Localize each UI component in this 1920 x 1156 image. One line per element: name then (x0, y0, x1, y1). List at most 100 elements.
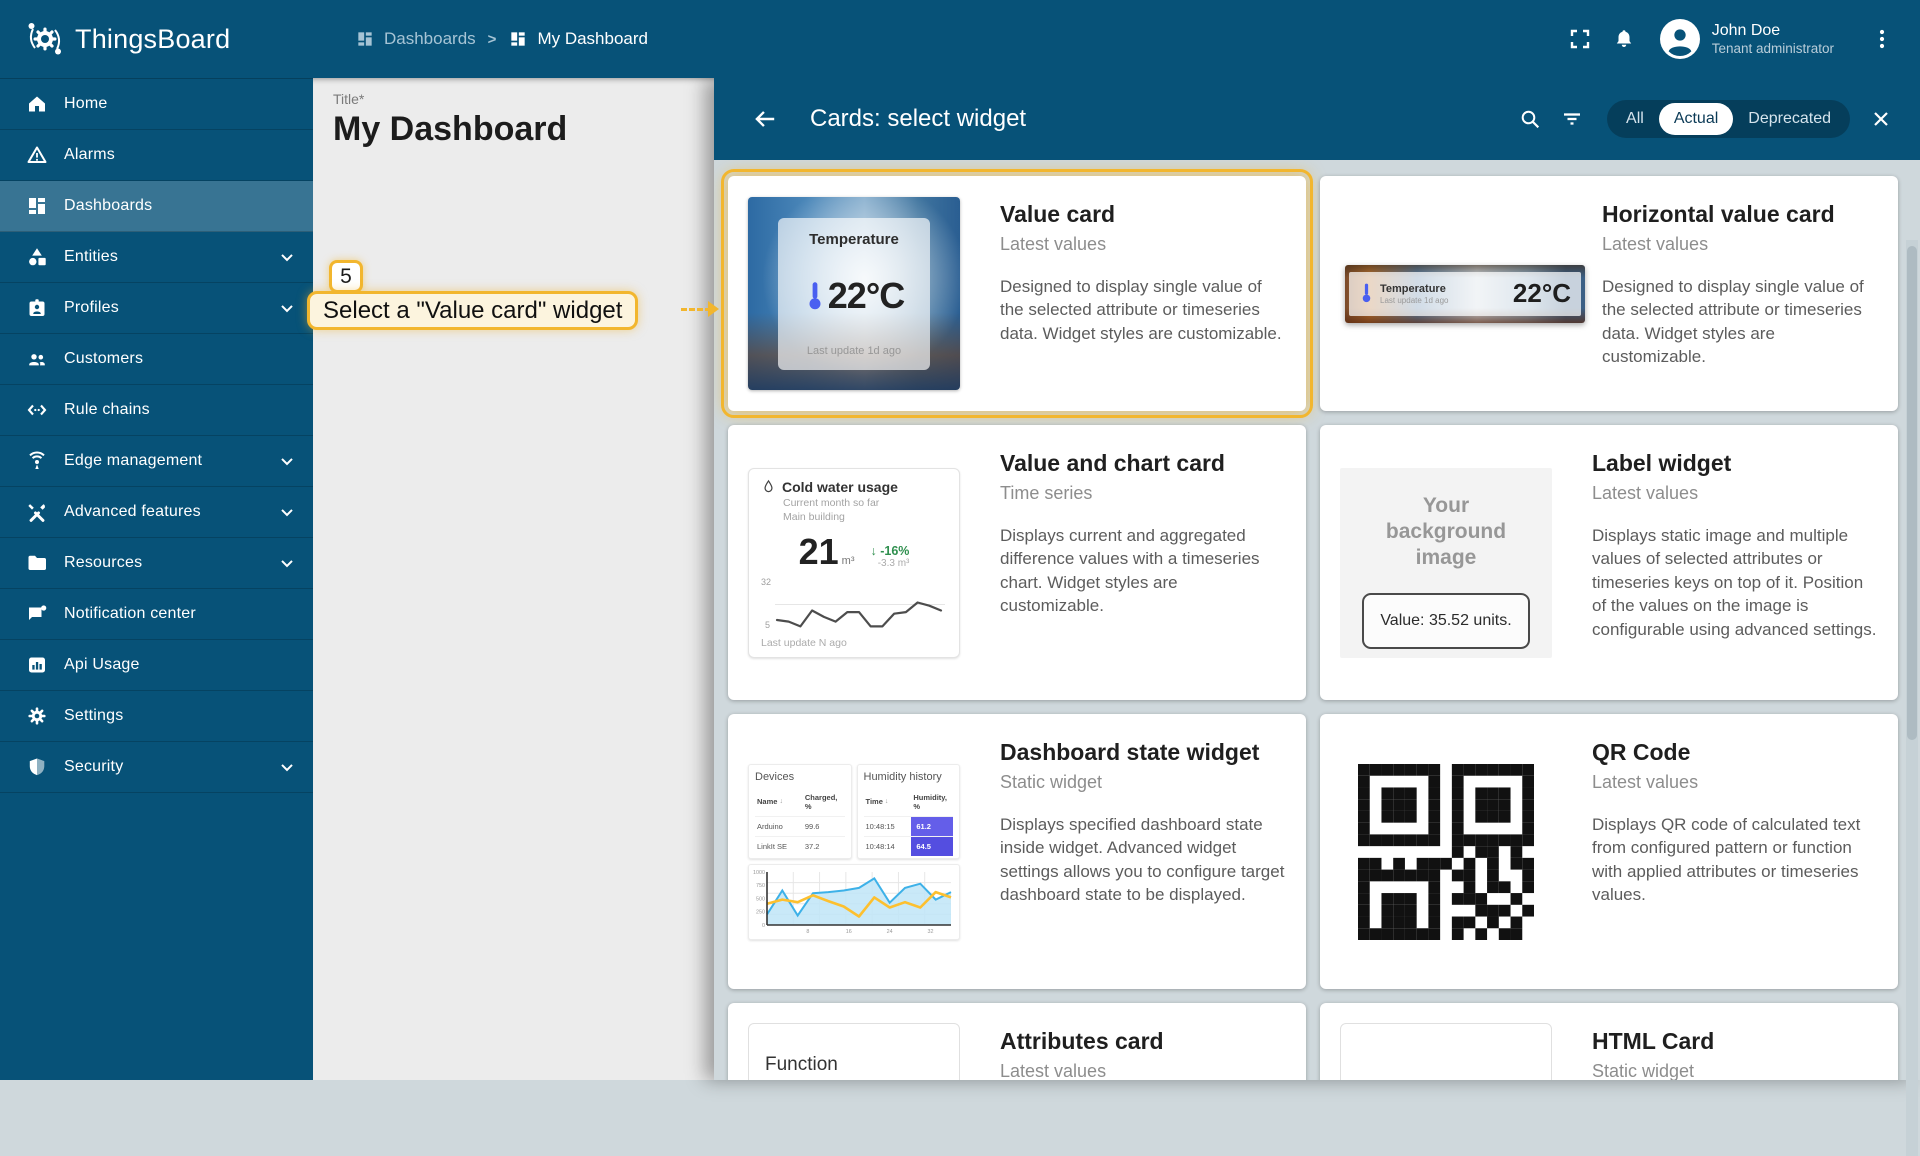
dashboard-title-input[interactable]: My Dashboard (333, 110, 714, 149)
topbar-actions: John Doe Tenant administrator (1558, 17, 1920, 61)
chevron-down-icon (277, 502, 297, 522)
chevron-down-icon (277, 247, 297, 267)
sidebar-item-alarms[interactable]: Alarms (0, 130, 313, 181)
chevron-down-icon (277, 757, 297, 777)
label-widget-preview-image: Your background image Value: 35.52 units… (1340, 468, 1552, 658)
qr-code-preview-image (1358, 764, 1534, 940)
widget-title: Value and chart card (1000, 450, 1286, 477)
filter-chip-deprecated[interactable]: Deprecated (1733, 103, 1846, 135)
fullscreen-button[interactable] (1558, 17, 1602, 61)
water-drop-icon (761, 479, 776, 496)
more-menu-button[interactable] (1860, 17, 1904, 61)
widget-description: Displays current and aggregated differen… (1000, 524, 1286, 618)
widget-title: Value card (1000, 201, 1286, 228)
widget-type: Latest values (1000, 1061, 1286, 1080)
filter-button[interactable] (1551, 98, 1593, 140)
filter-icon (1560, 107, 1584, 131)
widget-type: Latest values (1592, 772, 1878, 793)
breadcrumb-parent-label: Dashboards (384, 29, 476, 49)
widget-card-value-and-chart-card[interactable]: Cold water usage Current month so far Ma… (728, 425, 1306, 700)
notifications-button[interactable] (1602, 17, 1646, 61)
tools-icon (25, 500, 49, 524)
widget-type: Latest values (1592, 483, 1878, 504)
widget-title: Dashboard state widget (1000, 739, 1286, 766)
widget-card-qr-code[interactable]: QR Code Latest values Displays QR code o… (1320, 714, 1898, 989)
rule-chains-icon (25, 398, 49, 422)
widget-filter-toggle: All Actual Deprecated (1607, 100, 1850, 138)
attributes-card-preview-image: Function (748, 1023, 960, 1080)
sidebar-item-resources[interactable]: Resources (0, 538, 313, 589)
widget-card-horizontal-value-card[interactable]: Temperature Last update 1d ago 22°C Hori… (1320, 176, 1898, 411)
folder-icon (25, 551, 49, 575)
avatar[interactable] (1660, 19, 1700, 59)
widget-card-html-card[interactable]: HTML Card Static widget (1320, 1003, 1898, 1080)
widget-type: Time series (1000, 483, 1286, 504)
bell-icon (1612, 27, 1636, 51)
horizontal-value-card-preview-image: Temperature Last update 1d ago 22°C (1345, 265, 1585, 323)
widget-description: Displays static image and multiple value… (1592, 524, 1878, 641)
gear-icon (25, 704, 49, 728)
dialog-title: Cards: select widget (810, 105, 1026, 133)
home-icon (25, 92, 49, 116)
tour-tooltip: Select a "Value card" widget (307, 291, 638, 330)
sidebar-item-security[interactable]: Security (0, 742, 313, 793)
search-button[interactable] (1509, 98, 1551, 140)
filter-chip-all[interactable]: All (1611, 103, 1659, 135)
sidebar-item-profiles[interactable]: Profiles (0, 283, 313, 334)
user-icon (1660, 19, 1700, 59)
dialog-header: Cards: select widget All Actual Deprecat… (714, 78, 1920, 160)
sidebar-item-dashboards[interactable]: Dashboards (0, 181, 313, 232)
thermometer-icon (1359, 282, 1374, 304)
user-menu[interactable]: John Doe Tenant administrator (1712, 21, 1834, 58)
widget-title: Label widget (1592, 450, 1878, 477)
svg-text:500: 500 (756, 896, 765, 902)
close-dialog-button[interactable] (1860, 98, 1902, 140)
svg-text:16: 16 (846, 929, 852, 935)
devices-mini-table: Devices Name↓ Charged, % Arduino 99.6 Li… (748, 764, 852, 859)
close-icon (1869, 107, 1893, 131)
filter-chip-actual[interactable]: Actual (1659, 103, 1733, 135)
app-title: ThingsBoard (75, 24, 230, 55)
notification-bubble-icon (25, 602, 49, 626)
breadcrumb-current-label: My Dashboard (537, 29, 648, 49)
chevron-down-icon (277, 451, 297, 471)
sidebar-item-edge-management[interactable]: Edge management (0, 436, 313, 487)
chevron-down-icon (277, 298, 297, 318)
svg-text:24: 24 (887, 929, 893, 935)
back-button[interactable] (744, 98, 786, 140)
entities-category-icon (25, 245, 49, 269)
widget-title: QR Code (1592, 739, 1878, 766)
dashboard-state-preview-image: Devices Name↓ Charged, % Arduino 99.6 Li… (748, 764, 960, 940)
user-role: Tenant administrator (1712, 41, 1834, 58)
dialog-scrollbar-thumb[interactable] (1907, 246, 1917, 740)
value-card-preview-image: Temperature 22°C Last update 1d ago (748, 197, 960, 390)
widget-description: Designed to display single value of the … (1000, 275, 1286, 345)
widget-type: Latest values (1602, 234, 1878, 255)
svg-text:750: 750 (756, 883, 765, 889)
sidebar-item-advanced-features[interactable]: Advanced features (0, 487, 313, 538)
sidebar-nav: Home Alarms Dashboards Entities Profiles (0, 78, 313, 1080)
breadcrumb-separator: > (488, 31, 497, 48)
sidebar-item-notification-center[interactable]: Notification center (0, 589, 313, 640)
sidebar-item-rule-chains[interactable]: Rule chains (0, 385, 313, 436)
widget-card-label-widget[interactable]: Your background image Value: 35.52 units… (1320, 425, 1898, 700)
sidebar-item-settings[interactable]: Settings (0, 691, 313, 742)
breadcrumb-my-dashboard[interactable]: My Dashboard (508, 29, 648, 49)
sidebar-item-home[interactable]: Home (0, 79, 313, 130)
widget-card-value-card[interactable]: Temperature 22°C Last update 1d ago (728, 176, 1306, 411)
widget-description: Designed to display single value of the … (1602, 275, 1878, 369)
thingsboard-logo-icon (24, 18, 66, 60)
breadcrumb-dashboards[interactable]: Dashboards (355, 29, 476, 49)
sidebar-item-entities[interactable]: Entities (0, 232, 313, 283)
widget-card-attributes-card[interactable]: Function Attributes card Latest values (728, 1003, 1306, 1080)
sidebar-item-customers[interactable]: Customers (0, 334, 313, 385)
sparkline-chart (773, 580, 945, 632)
user-name: John Doe (1712, 21, 1834, 41)
widget-card-dashboard-state-widget[interactable]: Devices Name↓ Charged, % Arduino 99.6 Li… (728, 714, 1306, 989)
widget-type: Static widget (1592, 1061, 1878, 1080)
chevron-down-icon (277, 553, 297, 573)
tour-connector-line (681, 308, 711, 311)
widget-type: Static widget (1000, 772, 1286, 793)
sidebar-item-api-usage[interactable]: Api Usage (0, 640, 313, 691)
thingsboard-logo[interactable]: ThingsBoard (0, 18, 313, 60)
